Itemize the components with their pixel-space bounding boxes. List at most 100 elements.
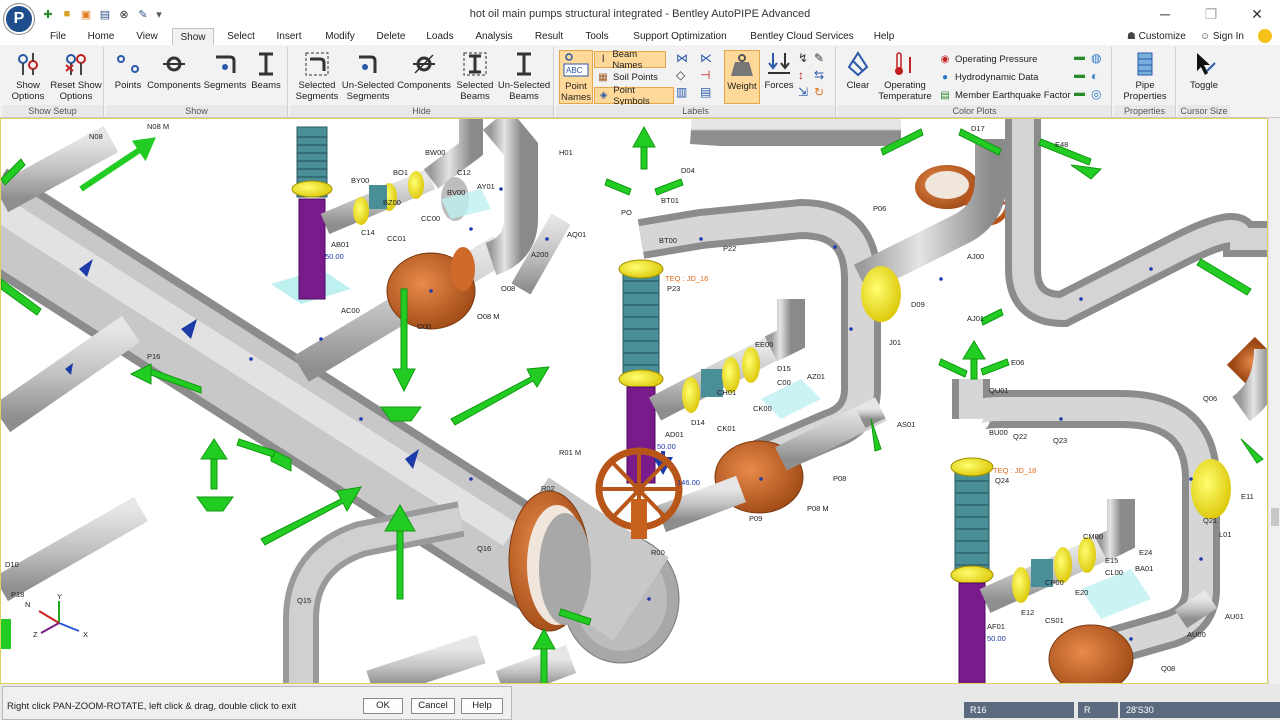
top-pipe-center[interactable] bbox=[690, 119, 901, 146]
support-d10[interactable] bbox=[1, 619, 11, 649]
soil-points-button[interactable]: ▦ Soil Points bbox=[594, 69, 666, 86]
moment-icon[interactable]: ↯ bbox=[798, 51, 808, 65]
point-names-button[interactable]: ABC Point Names bbox=[559, 50, 593, 104]
model-viewport[interactable]: N08 M N08 H01 C12 AY01 BW00 BY00 BZ00 BO… bbox=[0, 118, 1268, 684]
show-segments-button[interactable]: Segments bbox=[202, 50, 248, 91]
tab-select[interactable]: Select bbox=[218, 28, 264, 45]
scrollbar-thumb[interactable] bbox=[1271, 508, 1279, 526]
member-earthquake-factor-button[interactable]: ▤ Member Earthquake Factor bbox=[936, 87, 1084, 104]
pipe-properties-button[interactable]: Pipe Properties bbox=[1118, 50, 1172, 102]
rotation-icon[interactable]: ↻ bbox=[814, 85, 824, 99]
ok-button[interactable]: OK bbox=[363, 698, 403, 714]
forces-button[interactable]: Forces bbox=[762, 50, 796, 91]
label-small-icons: ⋈ ⋉ ◇ ⊣ ▥ ▤ bbox=[676, 51, 720, 101]
weight-icon bbox=[727, 51, 757, 79]
pipe-q16-lower[interactable] bbox=[366, 634, 486, 684]
color-plot-small-icons: ▬ ◍ ▬ ◐ ▬ ◎ bbox=[1074, 51, 1108, 103]
toggle-cursor-button[interactable]: Toggle bbox=[1182, 50, 1226, 91]
minimize-button[interactable]: ─ bbox=[1142, 0, 1188, 28]
status-length: 28'S30 bbox=[1120, 702, 1280, 718]
tag-icon[interactable]: ◇ bbox=[676, 68, 685, 82]
operating-pressure-button[interactable]: ◉ Operating Pressure bbox=[936, 51, 1076, 68]
weight-button[interactable]: Weight bbox=[724, 50, 760, 104]
axis-n-label: N bbox=[25, 600, 30, 609]
tab-delete[interactable]: Delete bbox=[368, 28, 414, 45]
chart-icon[interactable]: ▥ bbox=[676, 85, 687, 99]
globe-icon[interactable]: ◍ bbox=[1091, 51, 1101, 65]
flange-j01[interactable] bbox=[861, 266, 901, 322]
hide-unselected-segments-button[interactable]: Un-Selected Segments bbox=[340, 50, 396, 102]
support-symbol-icon[interactable]: ⋈ bbox=[676, 51, 688, 65]
table-icon[interactable]: ▤ bbox=[700, 85, 711, 99]
feedback-smiley-icon[interactable] bbox=[1258, 29, 1272, 43]
left-lower-pipe[interactable] bbox=[1, 496, 148, 602]
tab-modify[interactable]: Modify bbox=[316, 28, 364, 45]
piping-model-drawing[interactable]: N08 M N08 H01 C12 AY01 BW00 BY00 BZ00 BO… bbox=[1, 119, 1268, 684]
reset-show-options-label: Reset Show Options bbox=[50, 80, 102, 102]
tab-home[interactable]: Home bbox=[80, 28, 122, 45]
label-o00: O00 bbox=[417, 322, 431, 331]
plot-option-1-icon[interactable]: ▬ bbox=[1074, 51, 1085, 63]
tab-help[interactable]: Help bbox=[866, 28, 902, 45]
hide-selected-beams-button[interactable]: Selected Beams bbox=[452, 50, 498, 102]
tab-file[interactable]: File bbox=[40, 28, 76, 45]
customize-link[interactable]: ☗ Customize bbox=[1127, 31, 1186, 42]
tab-support-optimization[interactable]: Support Optimization bbox=[622, 28, 738, 45]
pipe-as01[interactable] bbox=[856, 400, 886, 428]
show-beams-button[interactable]: Beams bbox=[248, 50, 284, 91]
restore-button[interactable]: ❐ bbox=[1188, 0, 1234, 28]
hide-components-button[interactable]: Components bbox=[396, 50, 452, 91]
spring-symbol-icon[interactable]: ⋉ bbox=[700, 51, 712, 65]
tab-insert[interactable]: Insert bbox=[266, 28, 312, 45]
label-bz00: BZ00 bbox=[383, 198, 401, 207]
operating-temperature-button[interactable]: Operating Temperature bbox=[874, 50, 936, 102]
label-cc01: CC01 bbox=[387, 234, 406, 243]
reset-show-options-button[interactable]: Reset Show Options bbox=[50, 50, 102, 102]
label-ck01: CK01 bbox=[717, 424, 736, 433]
label-q15: Q15 bbox=[297, 596, 311, 605]
window-controls: ─ ❐ ✕ bbox=[1142, 0, 1280, 28]
show-options-button[interactable]: Show Options bbox=[6, 50, 50, 102]
hide-selected-segments-button[interactable]: Selected Segments bbox=[292, 50, 342, 102]
hide-components-label: Components bbox=[397, 80, 451, 91]
tab-analysis[interactable]: Analysis bbox=[466, 28, 522, 45]
anchor-icon[interactable]: ⊣ bbox=[700, 68, 710, 82]
pen-icon[interactable]: ✎ bbox=[814, 51, 824, 65]
tab-tools[interactable]: Tools bbox=[576, 28, 618, 45]
plot-option-3-icon[interactable]: ▬ bbox=[1074, 87, 1085, 99]
reaction-icon[interactable]: ↕ bbox=[798, 68, 804, 82]
hide-unselected-beams-button[interactable]: Un-Selected Beams bbox=[496, 50, 552, 102]
label-by00: BY00 bbox=[351, 176, 369, 185]
close-button[interactable]: ✕ bbox=[1234, 0, 1280, 28]
show-points-button[interactable]: Points bbox=[110, 50, 146, 91]
stress-icon[interactable]: ⇲ bbox=[798, 85, 808, 99]
pipe-bottom-mid[interactable] bbox=[495, 644, 577, 684]
label-o08m: O08 M bbox=[477, 312, 500, 321]
label-e11: E11 bbox=[1241, 492, 1254, 501]
tab-bentley-cloud-services[interactable]: Bentley Cloud Services bbox=[742, 28, 862, 45]
svg-text:ABC: ABC bbox=[566, 66, 583, 75]
sign-in-link[interactable]: ☺ Sign In bbox=[1200, 31, 1244, 42]
pipe-aq01[interactable] bbox=[482, 119, 538, 276]
left-branch-pipe[interactable] bbox=[1, 315, 141, 433]
beam-names-button[interactable]: Ⅰ Beam Names bbox=[594, 49, 666, 71]
help-button[interactable]: Help bbox=[461, 698, 503, 714]
cancel-button[interactable]: Cancel bbox=[411, 698, 455, 714]
tab-result[interactable]: Result bbox=[526, 28, 572, 45]
viewport-vertical-scrollbar[interactable] bbox=[1268, 118, 1280, 684]
label-p18: P18 bbox=[11, 590, 24, 599]
show-components-button[interactable]: Components bbox=[144, 50, 204, 91]
app-logo[interactable]: P bbox=[4, 4, 34, 34]
tab-loads[interactable]: Loads bbox=[418, 28, 462, 45]
point-symbols-button[interactable]: ◈ Point Symbols bbox=[594, 85, 674, 107]
prompt-text: Right click PAN-ZOOM-ROTATE, left click … bbox=[7, 701, 297, 712]
tab-view[interactable]: View bbox=[126, 28, 168, 45]
clear-color-plot-button[interactable]: Clear bbox=[842, 50, 874, 91]
main-header-pipe[interactable] bbox=[1, 168, 680, 664]
plot-settings-icon[interactable]: ◎ bbox=[1091, 87, 1101, 101]
wave-icon[interactable]: ◐ bbox=[1091, 69, 1098, 83]
displacement-icon[interactable]: ⇆ bbox=[814, 68, 824, 82]
hydrodynamic-data-button[interactable]: ● Hydrodynamic Data bbox=[936, 69, 1076, 86]
plot-option-2-icon[interactable]: ▬ bbox=[1074, 69, 1085, 81]
tab-show[interactable]: Show bbox=[172, 28, 214, 45]
